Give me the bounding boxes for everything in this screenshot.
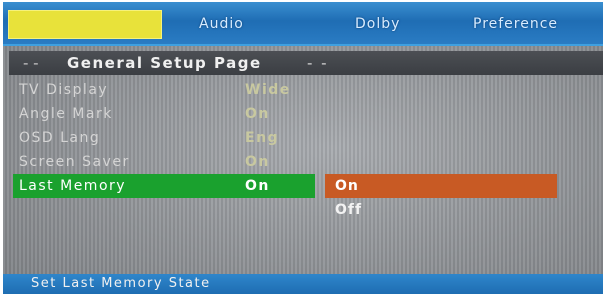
status-bar: Set Last Memory State [3, 274, 603, 294]
option-off[interactable]: Off [325, 198, 557, 222]
page-header: - - General Setup Page - - [9, 51, 603, 75]
setting-value: On [245, 106, 270, 122]
tab-bar: Audio Dolby Preference [3, 2, 603, 46]
page-header-tail: - - [307, 54, 329, 72]
setting-label: Screen Saver [19, 154, 130, 170]
tab-dolby[interactable]: Dolby [355, 11, 400, 37]
page-title: General Setup Page [67, 54, 262, 72]
tab-general-setup[interactable] [8, 10, 162, 39]
page-header-lead: - - [23, 54, 39, 72]
option-on[interactable]: On [325, 174, 557, 198]
setting-row-tv-display[interactable]: TV Display Wide [13, 78, 315, 102]
setting-label: Last Memory [19, 178, 127, 194]
setting-value: Wide [245, 82, 291, 98]
setting-row-last-memory[interactable]: Last Memory On [13, 174, 315, 198]
setting-label: OSD Lang [19, 130, 101, 146]
setting-value: Eng [245, 130, 280, 146]
option-label: Off [335, 202, 363, 218]
setting-row-screen-saver[interactable]: Screen Saver On [13, 150, 315, 174]
tab-preference[interactable]: Preference [473, 11, 558, 37]
setting-label: Angle Mark [19, 106, 113, 122]
setting-value: On [245, 154, 270, 170]
tab-audio[interactable]: Audio [199, 11, 244, 37]
status-text: Set Last Memory State [31, 276, 211, 291]
setting-row-angle-mark[interactable]: Angle Mark On [13, 102, 315, 126]
setting-label: TV Display [19, 82, 109, 98]
dvd-setup-menu-screen: Audio Dolby Preference - - General Setup… [3, 2, 603, 294]
option-label: On [335, 178, 359, 194]
setting-value: On [245, 178, 270, 194]
setting-row-osd-lang[interactable]: OSD Lang Eng [13, 126, 315, 150]
